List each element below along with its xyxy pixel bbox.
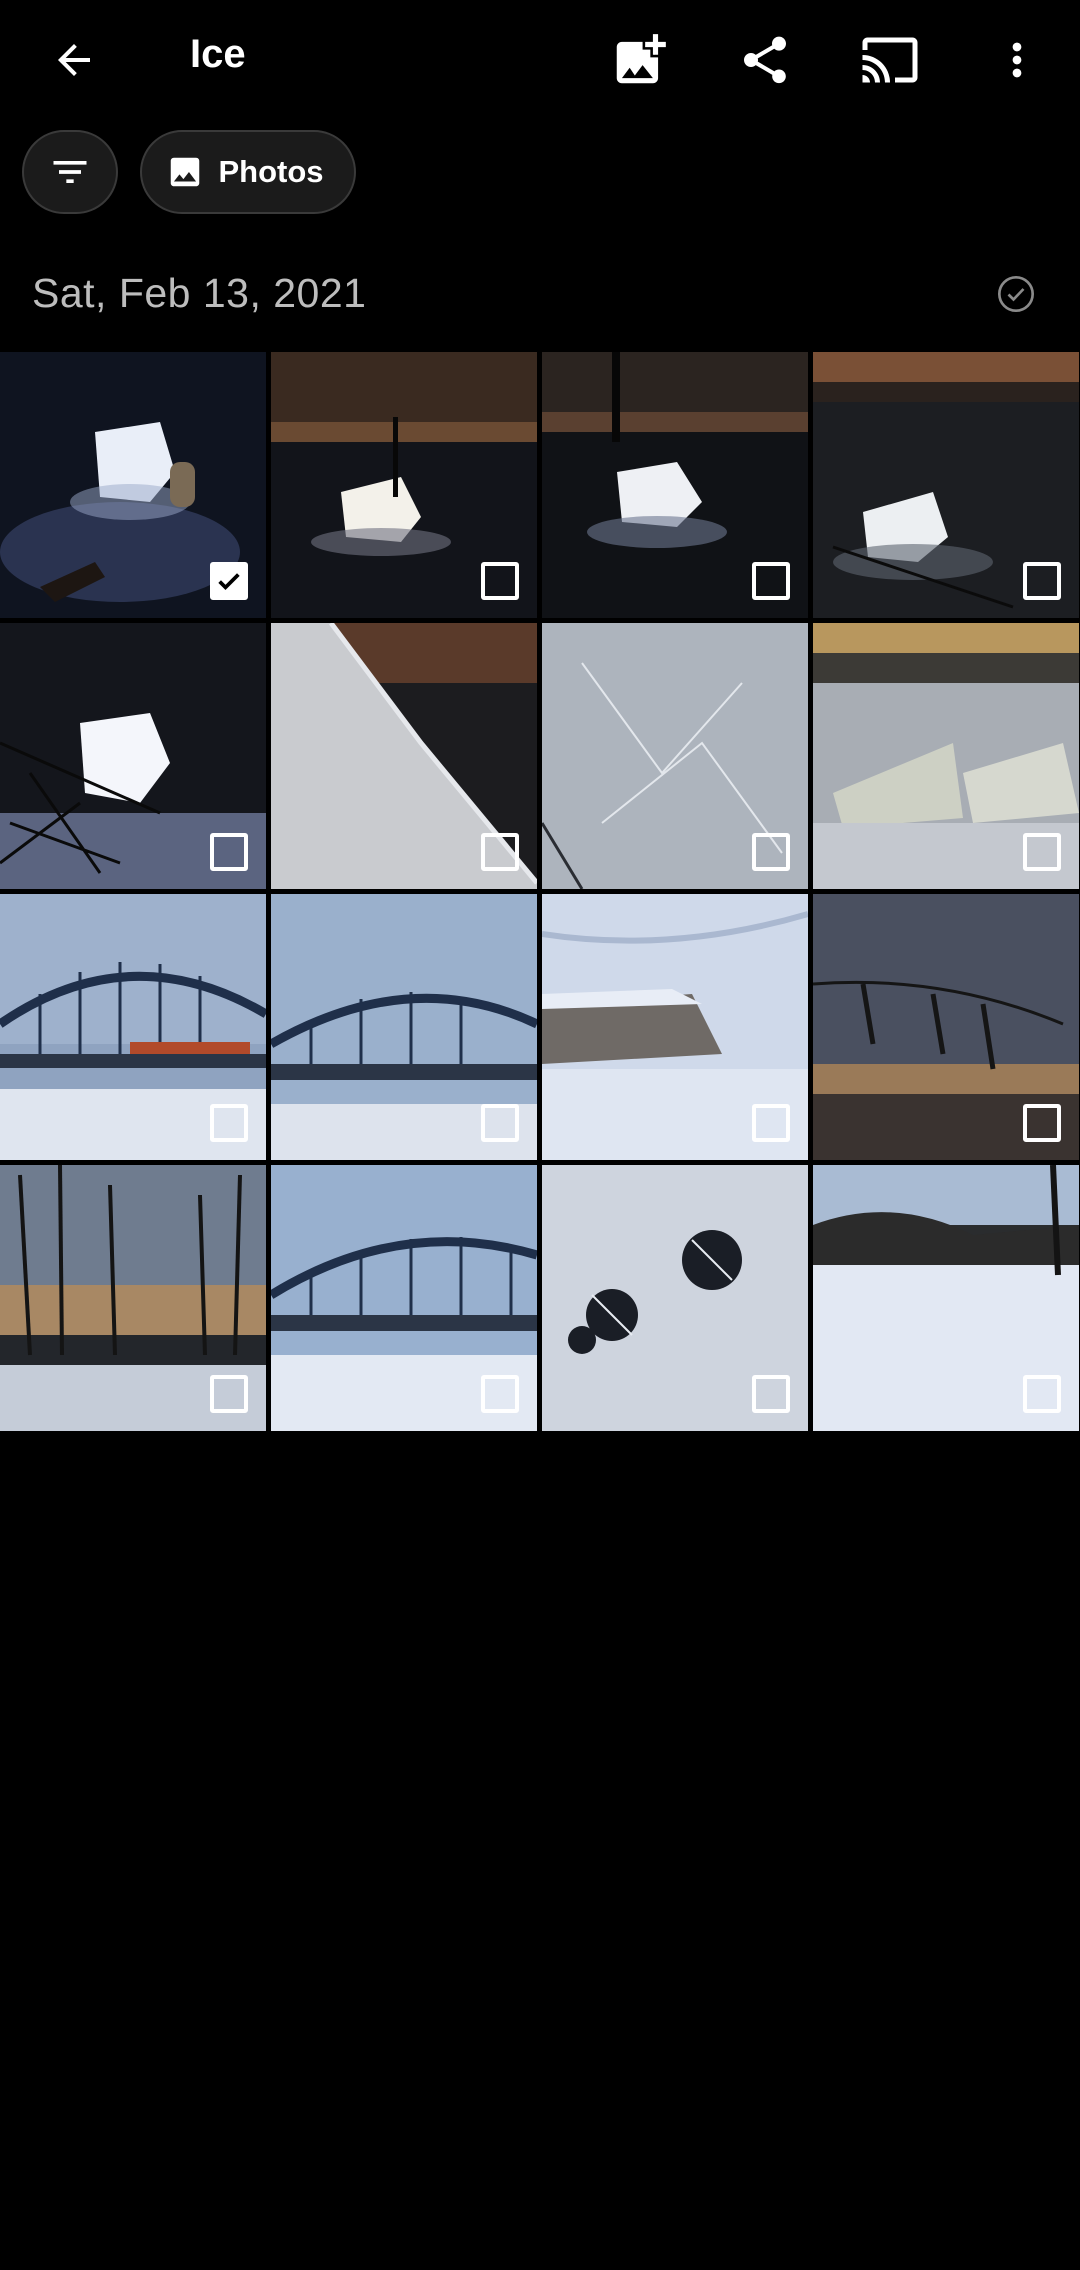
filter-icon xyxy=(53,161,87,183)
arrow-back-icon xyxy=(58,44,90,76)
photo-thumbnail[interactable] xyxy=(271,894,537,1160)
checkmark-icon xyxy=(218,573,240,591)
selection-checkbox[interactable] xyxy=(1023,1104,1061,1142)
image-icon xyxy=(171,157,200,187)
selection-checkbox[interactable] xyxy=(481,1375,519,1413)
date-section-header: Sat, Feb 13, 2021 xyxy=(0,262,1080,332)
selection-checkbox[interactable] xyxy=(1023,833,1061,871)
photo-thumbnail[interactable] xyxy=(542,1165,808,1431)
share-icon xyxy=(744,36,786,84)
selection-checkbox[interactable] xyxy=(481,562,519,600)
more-vertical-icon xyxy=(1012,42,1022,78)
page-title: Ice xyxy=(190,32,246,76)
photo-thumbnail[interactable] xyxy=(271,1165,537,1431)
photo-thumbnail[interactable] xyxy=(0,894,266,1160)
photo-thumbnail[interactable] xyxy=(0,623,266,889)
selection-checkbox[interactable] xyxy=(1023,1375,1061,1413)
check-circle-icon[interactable] xyxy=(996,274,1036,314)
filter-chip[interactable] xyxy=(22,130,118,214)
date-label: Sat, Feb 13, 2021 xyxy=(32,270,367,316)
more-options-button[interactable] xyxy=(977,20,1057,100)
photo-thumbnail[interactable] xyxy=(813,352,1079,618)
selection-checkbox[interactable] xyxy=(210,1104,248,1142)
cast-button[interactable] xyxy=(850,20,930,100)
back-button[interactable] xyxy=(34,20,114,100)
selection-checkbox[interactable] xyxy=(210,1375,248,1413)
photo-thumbnail[interactable] xyxy=(542,894,808,1160)
photo-thumbnail[interactable] xyxy=(542,352,808,618)
add-to-album-button[interactable] xyxy=(600,20,680,100)
selection-checkbox[interactable] xyxy=(210,833,248,871)
photo-thumbnail[interactable] xyxy=(0,1165,266,1431)
selection-checkbox[interactable] xyxy=(481,1104,519,1142)
photo-thumbnail[interactable] xyxy=(813,894,1079,1160)
selection-checkbox[interactable] xyxy=(752,1375,790,1413)
selection-checkbox[interactable] xyxy=(1023,562,1061,600)
top-app-bar: Ice xyxy=(0,0,1080,120)
share-button[interactable] xyxy=(725,20,805,100)
selection-checkbox[interactable] xyxy=(752,562,790,600)
selection-checkbox[interactable] xyxy=(752,1104,790,1142)
selection-checkbox[interactable] xyxy=(752,833,790,871)
add-photo-icon xyxy=(616,34,666,84)
photos-chip-label: Photos xyxy=(218,154,324,189)
photo-thumbnail[interactable] xyxy=(0,352,266,618)
photo-thumbnail[interactable] xyxy=(813,1165,1079,1431)
cast-icon xyxy=(862,37,918,83)
photos-type-chip[interactable]: Photos xyxy=(140,130,356,214)
photo-thumbnail[interactable] xyxy=(813,623,1079,889)
selected-checkbox[interactable] xyxy=(210,562,248,600)
photo-thumbnail[interactable] xyxy=(542,623,808,889)
selection-checkbox[interactable] xyxy=(481,833,519,871)
photo-thumbnail[interactable] xyxy=(271,623,537,889)
photo-thumbnail[interactable] xyxy=(271,352,537,618)
